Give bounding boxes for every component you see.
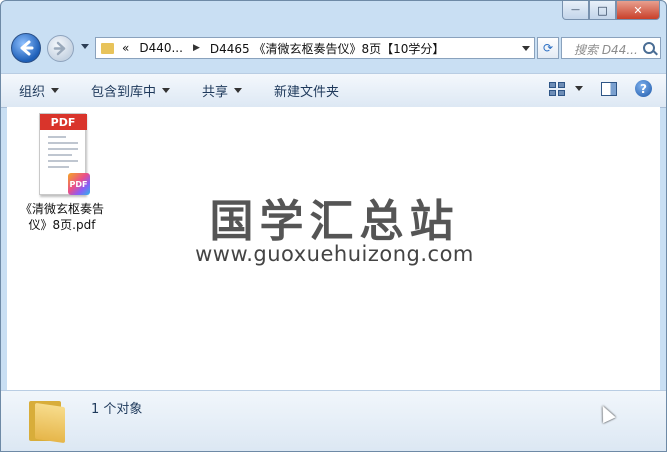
share-menu[interactable]: 共享 <box>202 81 243 100</box>
minimize-icon: — <box>571 5 580 15</box>
search-input[interactable]: 搜索 D44... <box>561 37 661 59</box>
minimize-button[interactable]: — <box>562 1 589 20</box>
pdf-text-lines <box>47 136 78 172</box>
search-placeholder: 搜索 D44... <box>574 43 638 57</box>
forward-arrow-icon <box>53 41 66 56</box>
back-button[interactable] <box>11 33 41 63</box>
file-list-area[interactable]: PDF PDF 《清微玄枢奏告仪》8页.pdf 国学汇总站 www.guoxue… <box>7 107 660 390</box>
back-arrow-icon <box>20 40 34 56</box>
refresh-button[interactable]: ⟳ <box>537 37 559 59</box>
watermark-url: www.guoxuehuizong.com <box>195 242 474 266</box>
folder-icon <box>29 397 69 444</box>
include-library-label: 包含到库中 <box>91 85 157 100</box>
item-count: 1 个对象 <box>91 402 143 417</box>
new-folder-button[interactable]: 新建文件夹 <box>274 81 339 100</box>
breadcrumb-separator-icon[interactable]: ▶ <box>193 43 200 53</box>
help-icon[interactable]: ? <box>635 80 652 97</box>
new-folder-label: 新建文件夹 <box>274 85 340 100</box>
address-chevron[interactable]: « <box>122 41 129 55</box>
navigation-bar: « D440... ▶ D4465 《清微玄枢奏告仪》8页【10学分】 ⟳ 搜索… <box>9 31 661 67</box>
mouse-cursor-icon <box>596 402 616 424</box>
chevron-down-icon <box>51 88 60 93</box>
caption-buttons: — □ ✕ <box>562 1 660 20</box>
chevron-down-icon <box>162 88 171 93</box>
recent-pages-dropdown[interactable] <box>81 44 89 49</box>
details-pane: 1 个对象 <box>1 390 666 451</box>
preview-pane-icon[interactable] <box>601 81 617 96</box>
pdf-banner: PDF <box>39 114 87 130</box>
address-bar[interactable]: « D440... ▶ D4465 《清微玄枢奏告仪》8页【10学分】 <box>95 37 535 59</box>
pdf-file-icon: PDF PDF <box>38 113 90 195</box>
maximize-icon: □ <box>597 3 608 17</box>
watermark-title: 国学汇总站 <box>209 196 460 247</box>
explorer-window: — □ ✕ « D440... ▶ D4465 《清微玄枢奏告仪》8页【10学分… <box>0 0 667 452</box>
organize-label: 组织 <box>19 85 46 100</box>
organize-menu[interactable]: 组织 <box>19 81 60 100</box>
refresh-icon: ⟳ <box>542 41 554 55</box>
forward-button[interactable] <box>47 35 74 62</box>
breadcrumb-segment-2[interactable]: D4465 《清微玄枢奏告仪》8页【10学分】 <box>210 40 445 57</box>
folder-icon <box>101 42 114 54</box>
search-icon[interactable] <box>643 42 655 54</box>
close-button[interactable]: ✕ <box>616 1 660 20</box>
change-view-icon[interactable] <box>549 81 565 96</box>
command-bar: 组织 包含到库中 共享 新建文件夹 ? <box>1 73 666 108</box>
chevron-down-icon <box>234 88 243 93</box>
close-icon: ✕ <box>633 3 643 17</box>
address-dropdown-icon[interactable] <box>522 46 530 51</box>
view-options-dropdown[interactable] <box>575 86 583 91</box>
share-label: 共享 <box>202 85 229 100</box>
include-in-library-menu[interactable]: 包含到库中 <box>91 81 171 100</box>
maximize-button[interactable]: □ <box>589 1 616 20</box>
breadcrumb-segment-1[interactable]: D440... <box>139 41 183 55</box>
toolbar-right: ? <box>549 80 652 97</box>
